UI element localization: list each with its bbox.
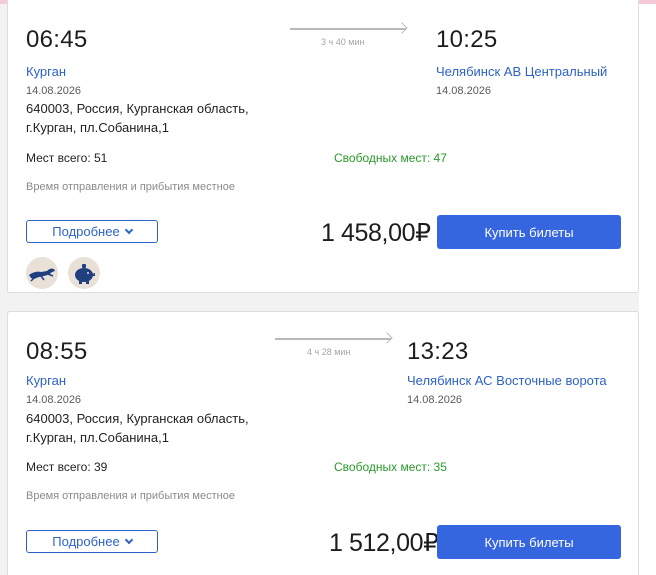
arrival-date: 14.08.2026 (436, 85, 492, 97)
local-time-note: Время отправления и прибытия местное (26, 490, 235, 502)
departure-city-link[interactable]: Курган (26, 373, 66, 388)
departure-time: 08:55 (26, 338, 88, 365)
trip-card: 06:45 3 ч 40 мин 10:25 Курган Челябинск … (7, 0, 639, 293)
arrival-date: 14.08.2026 (407, 394, 463, 406)
arrival-city-link[interactable]: Челябинск АС Восточные ворота (407, 373, 607, 388)
arrival-time: 10:25 (436, 26, 498, 53)
departure-date: 14.08.2026 (26, 394, 82, 406)
local-time-note: Время отправления и прибытия местное (26, 181, 235, 193)
seats-total: Мест всего: 39 (26, 460, 108, 474)
piggy-bank-icon (68, 257, 100, 289)
arrival-city-link[interactable]: Челябинск АВ Центральный (436, 64, 607, 79)
details-button[interactable]: Подробнее (26, 220, 158, 243)
departure-city-link[interactable]: Курган (26, 64, 66, 79)
seats-free: Свободных мест: 47 (334, 151, 447, 165)
arrival-time: 13:23 (407, 338, 469, 365)
ticket-price: 1 458,00₽ (321, 219, 431, 247)
details-button-label: Подробнее (52, 224, 120, 239)
route-arrow (290, 22, 408, 36)
chevron-down-icon (124, 535, 133, 545)
departure-address: 640003, Россия, Курганская область, г.Ку… (26, 101, 249, 135)
buy-tickets-label: Купить билеты (484, 534, 574, 550)
trip-duration: 3 ч 40 мин (321, 37, 365, 47)
buy-tickets-button[interactable]: Купить билеты (437, 525, 621, 559)
seats-total: Мест всего: 51 (26, 151, 108, 165)
departure-date: 14.08.2026 (26, 85, 82, 97)
trip-duration: 4 ч 28 мин (307, 347, 351, 357)
departure-address: 640003, Россия, Курганская область, г.Ку… (26, 411, 249, 445)
departure-time: 06:45 (26, 26, 88, 53)
page-background (639, 4, 656, 575)
seats-free: Свободных мест: 35 (334, 460, 447, 474)
trip-card: 08:55 4 ч 28 мин 13:23 Курган Челябинск … (7, 311, 639, 575)
route-arrow (275, 332, 393, 346)
greyhound-icon (26, 257, 58, 289)
details-button[interactable]: Подробнее (26, 530, 158, 553)
buy-tickets-button[interactable]: Купить билеты (437, 215, 621, 249)
ticket-price: 1 512,00₽ (329, 529, 439, 557)
chevron-down-icon (124, 225, 133, 235)
details-button-label: Подробнее (52, 534, 120, 549)
buy-tickets-label: Купить билеты (484, 224, 574, 240)
